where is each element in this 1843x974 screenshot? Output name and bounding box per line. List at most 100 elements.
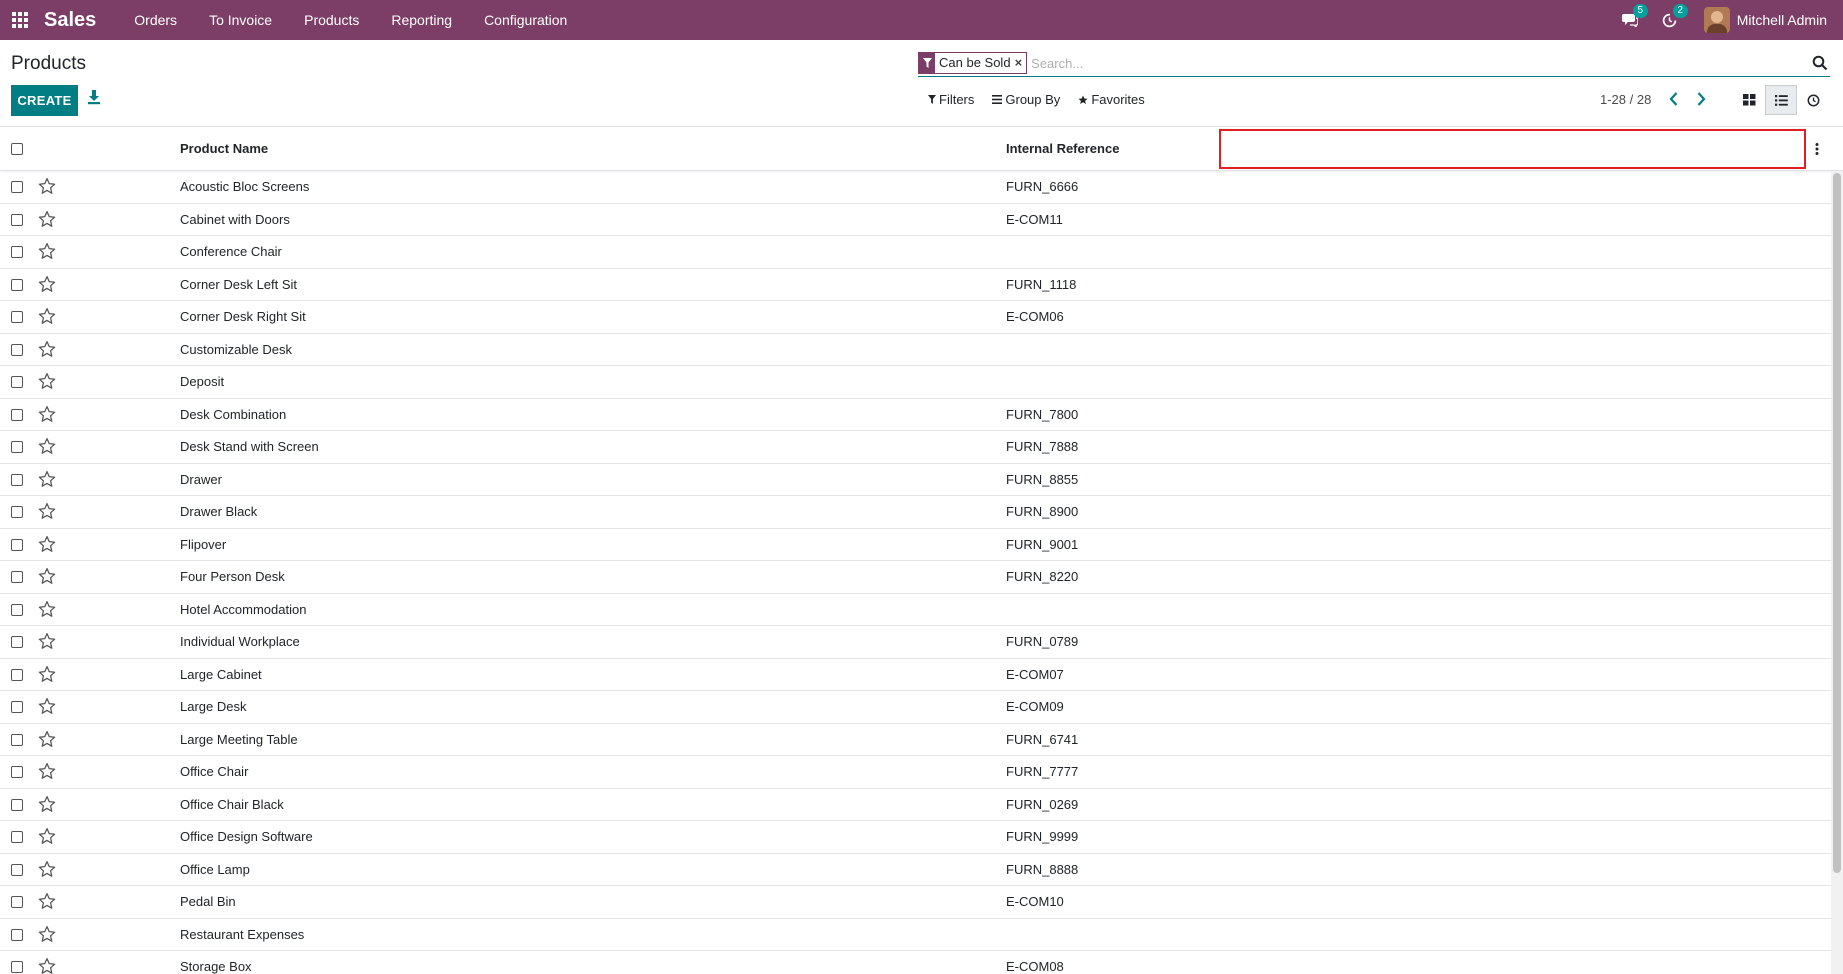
table-row[interactable]: Office Lamp FURN_8888 bbox=[0, 854, 1843, 886]
table-row[interactable]: Corner Desk Right Sit E-COM06 bbox=[0, 301, 1843, 334]
row-checkbox[interactable] bbox=[11, 961, 23, 973]
table-row[interactable]: Restaurant Expenses bbox=[0, 919, 1843, 951]
scrollbar-thumb[interactable] bbox=[1833, 173, 1841, 873]
group-by-dropdown[interactable]: Group By bbox=[992, 92, 1060, 107]
table-row[interactable]: Drawer Black FURN_8900 bbox=[0, 496, 1843, 529]
favorites-dropdown[interactable]: Favorites bbox=[1078, 92, 1145, 107]
table-row[interactable]: Customizable Desk bbox=[0, 334, 1843, 366]
row-checkbox[interactable] bbox=[11, 571, 23, 583]
favorite-star-icon[interactable] bbox=[38, 242, 56, 260]
row-checkbox[interactable] bbox=[11, 506, 23, 518]
row-checkbox[interactable] bbox=[11, 246, 23, 258]
row-checkbox[interactable] bbox=[11, 278, 23, 291]
table-row[interactable]: Desk Combination FURN_7800 bbox=[0, 399, 1843, 431]
favorite-star-icon[interactable] bbox=[38, 307, 56, 325]
favorite-star-icon[interactable] bbox=[38, 470, 56, 488]
favorite-star-icon[interactable] bbox=[38, 827, 56, 845]
favorite-star-icon[interactable] bbox=[38, 405, 56, 423]
row-checkbox[interactable] bbox=[11, 798, 23, 811]
list-view-button[interactable] bbox=[1765, 85, 1797, 115]
table-row[interactable]: Storage Box E-COM08 bbox=[0, 951, 1843, 974]
pager-previous-icon[interactable] bbox=[1667, 90, 1681, 108]
messages-systray[interactable]: 5 bbox=[1610, 0, 1650, 40]
favorite-star-icon[interactable] bbox=[38, 177, 56, 195]
apps-menu-icon[interactable] bbox=[12, 11, 30, 29]
row-checkbox[interactable] bbox=[11, 311, 23, 323]
table-row[interactable]: Individual Workplace FURN_0789 bbox=[0, 626, 1843, 659]
pager-next-icon[interactable] bbox=[1694, 90, 1708, 108]
table-row[interactable]: Large Meeting Table FURN_6741 bbox=[0, 724, 1843, 756]
search-input[interactable] bbox=[1031, 55, 1812, 71]
favorite-star-icon[interactable] bbox=[38, 697, 56, 715]
table-row[interactable]: Office Design Software FURN_9999 bbox=[0, 821, 1843, 854]
facet-remove-button[interactable]: × bbox=[1015, 53, 1027, 73]
row-checkbox[interactable] bbox=[11, 181, 23, 193]
menu-products[interactable]: Products bbox=[288, 0, 375, 40]
menu-reporting[interactable]: Reporting bbox=[375, 0, 468, 40]
create-button[interactable]: CREATE bbox=[11, 85, 78, 116]
row-checkbox[interactable] bbox=[11, 408, 23, 421]
favorite-star-icon[interactable] bbox=[38, 957, 56, 974]
row-checkbox[interactable] bbox=[11, 636, 23, 648]
pager-value[interactable]: 1-28 / 28 bbox=[1600, 92, 1651, 107]
row-checkbox[interactable] bbox=[11, 473, 23, 486]
row-checkbox[interactable] bbox=[11, 213, 23, 226]
table-row[interactable]: Flipover FURN_9001 bbox=[0, 529, 1843, 561]
row-checkbox[interactable] bbox=[11, 376, 23, 388]
menu-orders[interactable]: Orders bbox=[118, 0, 193, 40]
column-product-name[interactable]: Product Name bbox=[180, 127, 268, 171]
table-row[interactable]: Large Cabinet E-COM07 bbox=[0, 659, 1843, 691]
favorite-star-icon[interactable] bbox=[38, 502, 56, 520]
favorite-star-icon[interactable] bbox=[38, 665, 56, 683]
row-checkbox[interactable] bbox=[11, 538, 23, 551]
scrollbar[interactable] bbox=[1831, 171, 1843, 974]
table-row[interactable]: Office Chair Black FURN_0269 bbox=[0, 789, 1843, 821]
table-row[interactable]: Drawer FURN_8855 bbox=[0, 464, 1843, 496]
app-brand[interactable]: Sales bbox=[44, 9, 96, 32]
table-row[interactable]: Desk Stand with Screen FURN_7888 bbox=[0, 431, 1843, 464]
table-row[interactable]: Deposit bbox=[0, 366, 1843, 399]
favorite-star-icon[interactable] bbox=[38, 795, 56, 813]
table-row[interactable]: Office Chair FURN_7777 bbox=[0, 756, 1843, 789]
row-checkbox[interactable] bbox=[11, 441, 23, 453]
favorite-star-icon[interactable] bbox=[38, 275, 56, 293]
table-row[interactable]: Conference Chair bbox=[0, 236, 1843, 269]
column-internal-reference[interactable]: Internal Reference bbox=[1006, 127, 1119, 171]
favorite-star-icon[interactable] bbox=[38, 730, 56, 748]
table-row[interactable]: Pedal Bin E-COM10 bbox=[0, 886, 1843, 919]
row-checkbox[interactable] bbox=[11, 831, 23, 843]
favorite-star-icon[interactable] bbox=[38, 567, 56, 585]
filters-dropdown[interactable]: Filters bbox=[928, 92, 974, 107]
activities-systray[interactable]: 2 bbox=[1650, 0, 1690, 40]
row-checkbox[interactable] bbox=[11, 343, 23, 356]
table-row[interactable]: Corner Desk Left Sit FURN_1118 bbox=[0, 269, 1843, 301]
table-row[interactable]: Four Person Desk FURN_8220 bbox=[0, 561, 1843, 594]
favorite-star-icon[interactable] bbox=[38, 925, 56, 943]
row-checkbox[interactable] bbox=[11, 733, 23, 746]
kanban-view-button[interactable] bbox=[1733, 85, 1765, 115]
table-row[interactable]: Hotel Accommodation bbox=[0, 594, 1843, 626]
menu-configuration[interactable]: Configuration bbox=[468, 0, 583, 40]
row-checkbox[interactable] bbox=[11, 863, 23, 876]
favorite-star-icon[interactable] bbox=[38, 892, 56, 910]
activity-view-button[interactable] bbox=[1797, 85, 1829, 115]
row-checkbox[interactable] bbox=[11, 766, 23, 778]
favorite-star-icon[interactable] bbox=[38, 437, 56, 455]
favorite-star-icon[interactable] bbox=[38, 762, 56, 780]
download-icon[interactable] bbox=[87, 88, 101, 106]
search-icon[interactable] bbox=[1812, 55, 1828, 71]
favorite-star-icon[interactable] bbox=[38, 372, 56, 390]
user-menu[interactable]: Mitchell Admin bbox=[1703, 7, 1827, 33]
row-checkbox[interactable] bbox=[11, 928, 23, 941]
favorite-star-icon[interactable] bbox=[38, 340, 56, 358]
menu-to-invoice[interactable]: To Invoice bbox=[193, 0, 288, 40]
select-all-checkbox[interactable] bbox=[11, 143, 23, 155]
table-row[interactable]: Large Desk E-COM09 bbox=[0, 691, 1843, 724]
row-checkbox[interactable] bbox=[11, 603, 23, 616]
table-row[interactable]: Acoustic Bloc Screens FURN_6666 bbox=[0, 171, 1843, 204]
table-row[interactable]: Cabinet with Doors E-COM11 bbox=[0, 204, 1843, 236]
favorite-star-icon[interactable] bbox=[38, 632, 56, 650]
favorite-star-icon[interactable] bbox=[38, 860, 56, 878]
row-checkbox[interactable] bbox=[11, 701, 23, 713]
favorite-star-icon[interactable] bbox=[38, 600, 56, 618]
